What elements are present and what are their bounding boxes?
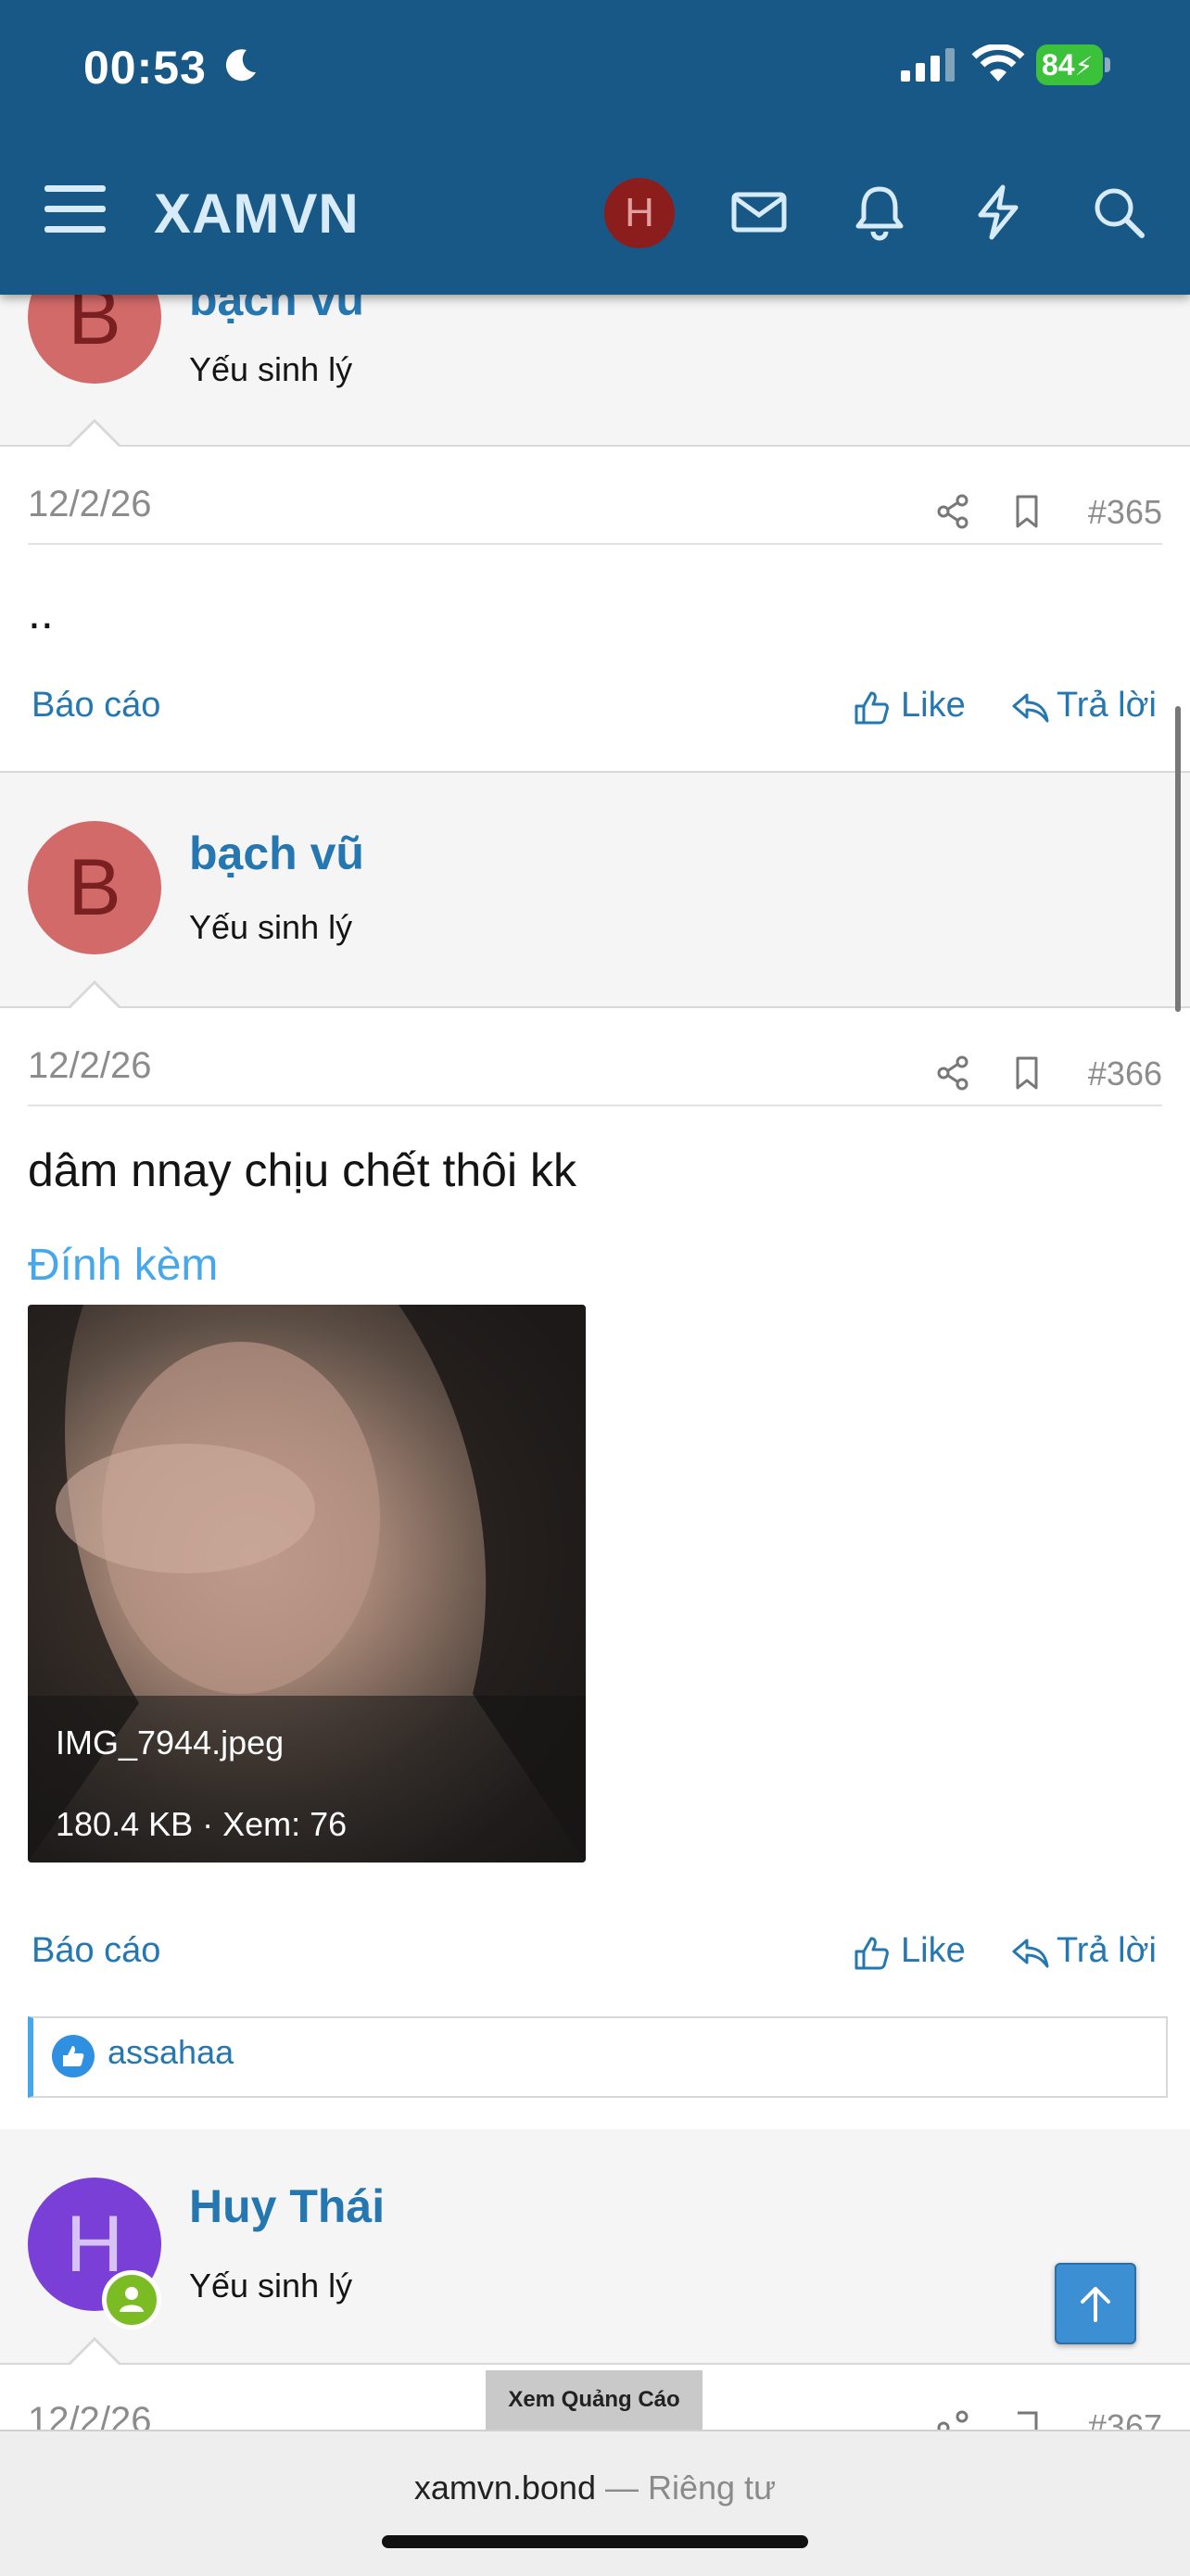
address-bar[interactable]: xamvn.bond — Riêng tư [0,2469,1190,2507]
thumbs-up-icon[interactable] [851,1933,892,1974]
battery-icon: 84⚡ [1036,44,1112,87]
lightning-icon[interactable] [968,182,1029,243]
bookmark-icon[interactable] [1006,1053,1047,1093]
menu-icon[interactable] [44,183,106,235]
attachment-meta: 180.4 KB · Xem: 76 [56,1805,348,1843]
post-number[interactable]: #365 [1088,493,1162,532]
user-title: Yếu sinh lý [189,2267,353,2305]
reply-icon[interactable] [1010,1933,1051,1974]
reactions-bar: assahaa [28,2016,1168,2098]
bookmark-icon[interactable] [1006,491,1047,532]
privacy-label: — Riêng tư [604,2469,777,2507]
search-icon[interactable] [1088,182,1149,243]
post-number[interactable]: #366 [1088,1054,1162,1093]
share-icon[interactable] [932,1053,973,1093]
inbox-icon[interactable] [728,182,790,243]
status-time: 00:53 [83,42,207,94]
ad-button[interactable]: Xem Quảng Cáo [486,2370,703,2430]
home-indicator[interactable] [382,2535,808,2548]
arrow-up-icon [1081,2287,1110,2322]
report-link[interactable]: Báo cáo [32,686,160,726]
battery-level: 84 [1042,48,1075,82]
post-body: .. [28,587,54,638]
browser-bottom-bar: xamvn.bond — Riêng tư [0,2430,1190,2576]
username[interactable]: Huy Thái [189,2179,385,2233]
post-card: 12/2/26 #366 dâm nnay chịu chết thôi kk … [0,980,1190,2131]
moon-icon [225,49,256,82]
site-logo[interactable]: XAMVN [154,182,360,246]
scrollbar[interactable] [1175,706,1181,1012]
reaction-user[interactable]: assahaa [108,2033,234,2072]
post-date[interactable]: 12/2/26 [28,1045,151,1087]
like-button[interactable]: Like [901,1931,966,1971]
share-icon[interactable] [932,491,973,532]
post-user-header: H Huy Thái Yếu sinh lý [0,2129,1190,2363]
user-title: Yếu sinh lý [189,908,353,946]
user-avatar[interactable]: B [28,821,161,954]
like-reaction-icon [52,2035,95,2077]
attachment-thumbnail[interactable]: IMG_7944.jpeg 180.4 KB · Xem: 76 [28,1305,586,1863]
like-button[interactable]: Like [901,686,966,726]
post-date[interactable]: 12/2/26 [28,484,151,525]
wifi-icon [971,44,1025,82]
reply-icon[interactable] [1010,688,1051,728]
reply-button[interactable]: Trả lời [1057,1931,1157,1971]
url-domain: xamvn.bond [413,2469,596,2507]
thumbs-up-icon[interactable] [851,688,892,728]
post-user-header: B bạch vũ Yếu sinh lý [0,789,1190,1008]
bell-icon[interactable] [849,182,910,243]
user-title: Yếu sinh lý [189,350,353,388]
online-status-icon [102,2270,161,2330]
account-avatar[interactable]: H [604,178,675,248]
attachments-heading: Đính kèm [28,1241,219,1290]
post-body: dâm nnay chịu chết thôi kk [28,1144,576,1196]
app-header: 00:53 84⚡ XAMVN H [0,0,1190,295]
scroll-to-top-button[interactable] [1055,2263,1136,2344]
attachment-filename[interactable]: IMG_7944.jpeg [56,1724,284,1762]
username[interactable]: bạch vũ [189,827,364,880]
report-link[interactable]: Báo cáo [32,1931,160,1971]
reply-button[interactable]: Trả lời [1057,686,1157,726]
post-card: 12/2/26 #365 .. Báo cáo Like Trả lời [0,419,1190,773]
cellular-signal-icon [901,48,955,82]
